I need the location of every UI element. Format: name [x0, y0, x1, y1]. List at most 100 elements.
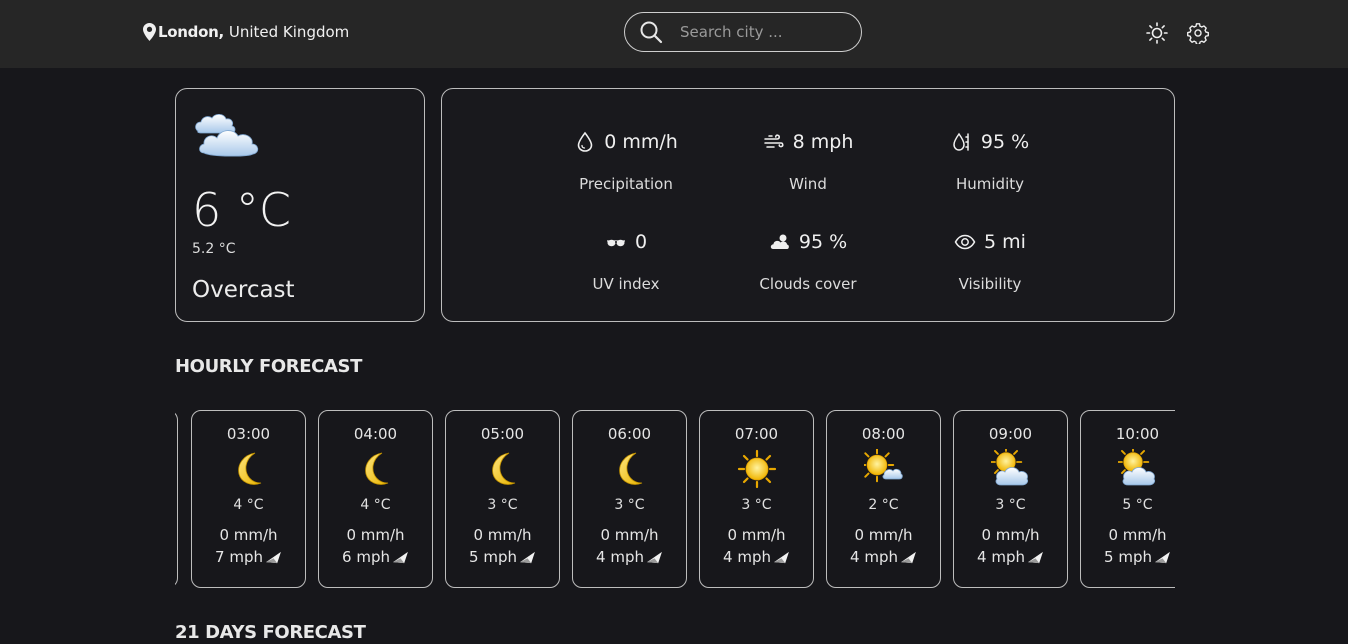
hour-precipitation: 0 mm/h	[600, 526, 659, 544]
wind-direction-icon	[900, 551, 917, 564]
partly-cloudy-icon	[991, 449, 1031, 489]
moon-icon	[356, 449, 396, 489]
hour-temperature: 5 °C	[1122, 497, 1153, 513]
hour-wind-speed: 5 mph	[1104, 548, 1152, 566]
hour-time: 08:00	[861, 425, 906, 443]
hour-wind: 4 mph	[954, 548, 1067, 566]
hour-precipitation: 0 mm/h	[727, 526, 786, 544]
current-temperature: 6 °C	[192, 183, 292, 237]
hour-time: 09:00	[988, 425, 1033, 443]
moon-icon	[483, 449, 523, 489]
precipitation-stat: 0 mm/h Precipitation	[536, 129, 716, 193]
sun-icon[interactable]	[1146, 22, 1168, 44]
hour-precipitation: 0 mm/h	[219, 526, 278, 544]
partly-cloudy-icon	[1118, 449, 1158, 489]
current-weather-card: 6 °C 5.2 °C Overcast	[175, 88, 425, 322]
hourly-item[interactable]: 03:00 4 °C 0 mm/h 7 mph	[191, 410, 306, 588]
weather-details-card: 0 mm/h Precipitation 8 mph Wind 95 % Hum…	[441, 88, 1175, 322]
wind-icon	[763, 134, 784, 148]
daily-forecast-title: 21 DAYS FORECAST	[175, 622, 366, 643]
hour-wind: 4 mph	[700, 548, 813, 566]
uv-index-stat: 0 UV index	[536, 229, 716, 293]
wind-direction-icon	[265, 551, 282, 564]
hour-wind-speed: 4 mph	[850, 548, 898, 566]
hour-time: 10:00	[1115, 425, 1160, 443]
humidity-icon	[953, 132, 969, 151]
hourly-item[interactable]: 06:00 3 °C 0 mm/h 4 mph	[572, 410, 687, 588]
hourly-item[interactable]: 09:00 3 °C 0 mm/h 4 mph	[953, 410, 1068, 588]
hourly-forecast-title: HOURLY FORECAST	[175, 356, 362, 377]
hourly-forecast-list[interactable]: 03:00 4 °C 0 mm/h 7 mph 04:00 4 °C 0 mm/…	[175, 410, 1175, 588]
precipitation-label: Precipitation	[579, 175, 673, 193]
sun-icon	[737, 449, 777, 489]
location: London, United Kingdom	[143, 23, 349, 41]
hourly-item[interactable]: 05:00 3 °C 0 mm/h 5 mph	[445, 410, 560, 588]
eye-icon	[954, 234, 976, 250]
moon-icon	[229, 449, 269, 489]
wind-direction-icon	[646, 551, 663, 564]
hour-wind-speed: 4 mph	[596, 548, 644, 566]
wind-direction-icon	[1027, 551, 1044, 564]
city-name: London,	[158, 23, 224, 41]
hour-wind: 5 mph	[446, 548, 559, 566]
hour-time: 05:00	[480, 425, 525, 443]
precipitation-value: 0 mm/h	[604, 131, 678, 153]
clouds-cover-label: Clouds cover	[759, 275, 857, 293]
hour-temperature: 2 °C	[868, 497, 899, 513]
hour-wind-speed: 4 mph	[977, 548, 1025, 566]
hour-wind-speed: 7 mph	[215, 548, 263, 566]
visibility-stat: 5 mi Visibility	[900, 229, 1080, 293]
clouds-cover-value: 95 %	[798, 231, 848, 253]
wind-direction-icon	[392, 551, 409, 564]
search-box[interactable]	[624, 12, 862, 52]
hour-wind: 5 mph	[1081, 548, 1175, 566]
hour-precipitation: 0 mm/h	[346, 526, 405, 544]
cloud-sun-icon	[770, 234, 789, 249]
uv-index-value: 0	[634, 231, 648, 253]
visibility-label: Visibility	[958, 275, 1022, 293]
search-input[interactable]	[678, 22, 842, 42]
visibility-value: 5 mi	[984, 231, 1026, 253]
hour-temperature: 3 °C	[614, 497, 645, 513]
hourly-item[interactable]: 04:00 4 °C 0 mm/h 6 mph	[318, 410, 433, 588]
moon-icon	[610, 449, 650, 489]
sunglasses-icon	[606, 239, 625, 247]
uv-index-label: UV index	[592, 275, 660, 293]
hour-precipitation: 0 mm/h	[1108, 526, 1167, 544]
hour-temperature: 4 °C	[233, 497, 264, 513]
wind-label: Wind	[789, 175, 827, 193]
hour-precipitation: 0 mm/h	[854, 526, 913, 544]
hour-precipitation: 0 mm/h	[981, 526, 1040, 544]
wind-direction-icon	[1154, 551, 1171, 564]
country-name: United Kingdom	[228, 23, 350, 41]
humidity-label: Humidity	[955, 175, 1024, 193]
sun-cloud-icon	[864, 449, 904, 489]
hour-temperature: 4 °C	[360, 497, 391, 513]
clouds-cover-stat: 95 % Clouds cover	[718, 229, 898, 293]
hour-time: 03:00	[226, 425, 271, 443]
wind-direction-icon	[773, 551, 790, 564]
hourly-item[interactable]: 08:00 2 °C 0 mm/h 4 mph	[826, 410, 941, 588]
top-bar: London, United Kingdom	[0, 0, 1348, 68]
hour-wind: 7 mph	[192, 548, 305, 566]
droplet-icon	[577, 131, 593, 152]
hour-temperature: 3 °C	[741, 497, 772, 513]
hour-temperature: 3 °C	[995, 497, 1026, 513]
wind-value: 8 mph	[792, 131, 854, 153]
hour-time: 07:00	[734, 425, 779, 443]
hourly-item[interactable]: 10:00 5 °C 0 mm/h 5 mph	[1080, 410, 1175, 588]
wind-direction-icon	[519, 551, 536, 564]
search-icon[interactable]	[639, 20, 663, 44]
hour-wind: 4 mph	[573, 548, 686, 566]
hour-time: 04:00	[353, 425, 398, 443]
hour-wind-speed: 5 mph	[469, 548, 517, 566]
hourly-item[interactable]: 07:00 3 °C 0 mm/h 4 mph	[699, 410, 814, 588]
hour-wind: 4 mph	[827, 548, 940, 566]
gear-icon[interactable]	[1187, 22, 1209, 44]
hour-precipitation: 0 mm/h	[473, 526, 532, 544]
hour-wind-speed: 4 mph	[723, 548, 771, 566]
hour-wind-speed: 6 mph	[342, 548, 390, 566]
hourly-item-partial[interactable]	[175, 410, 178, 588]
hour-time: 06:00	[607, 425, 652, 443]
hour-wind: 6 mph	[319, 548, 432, 566]
